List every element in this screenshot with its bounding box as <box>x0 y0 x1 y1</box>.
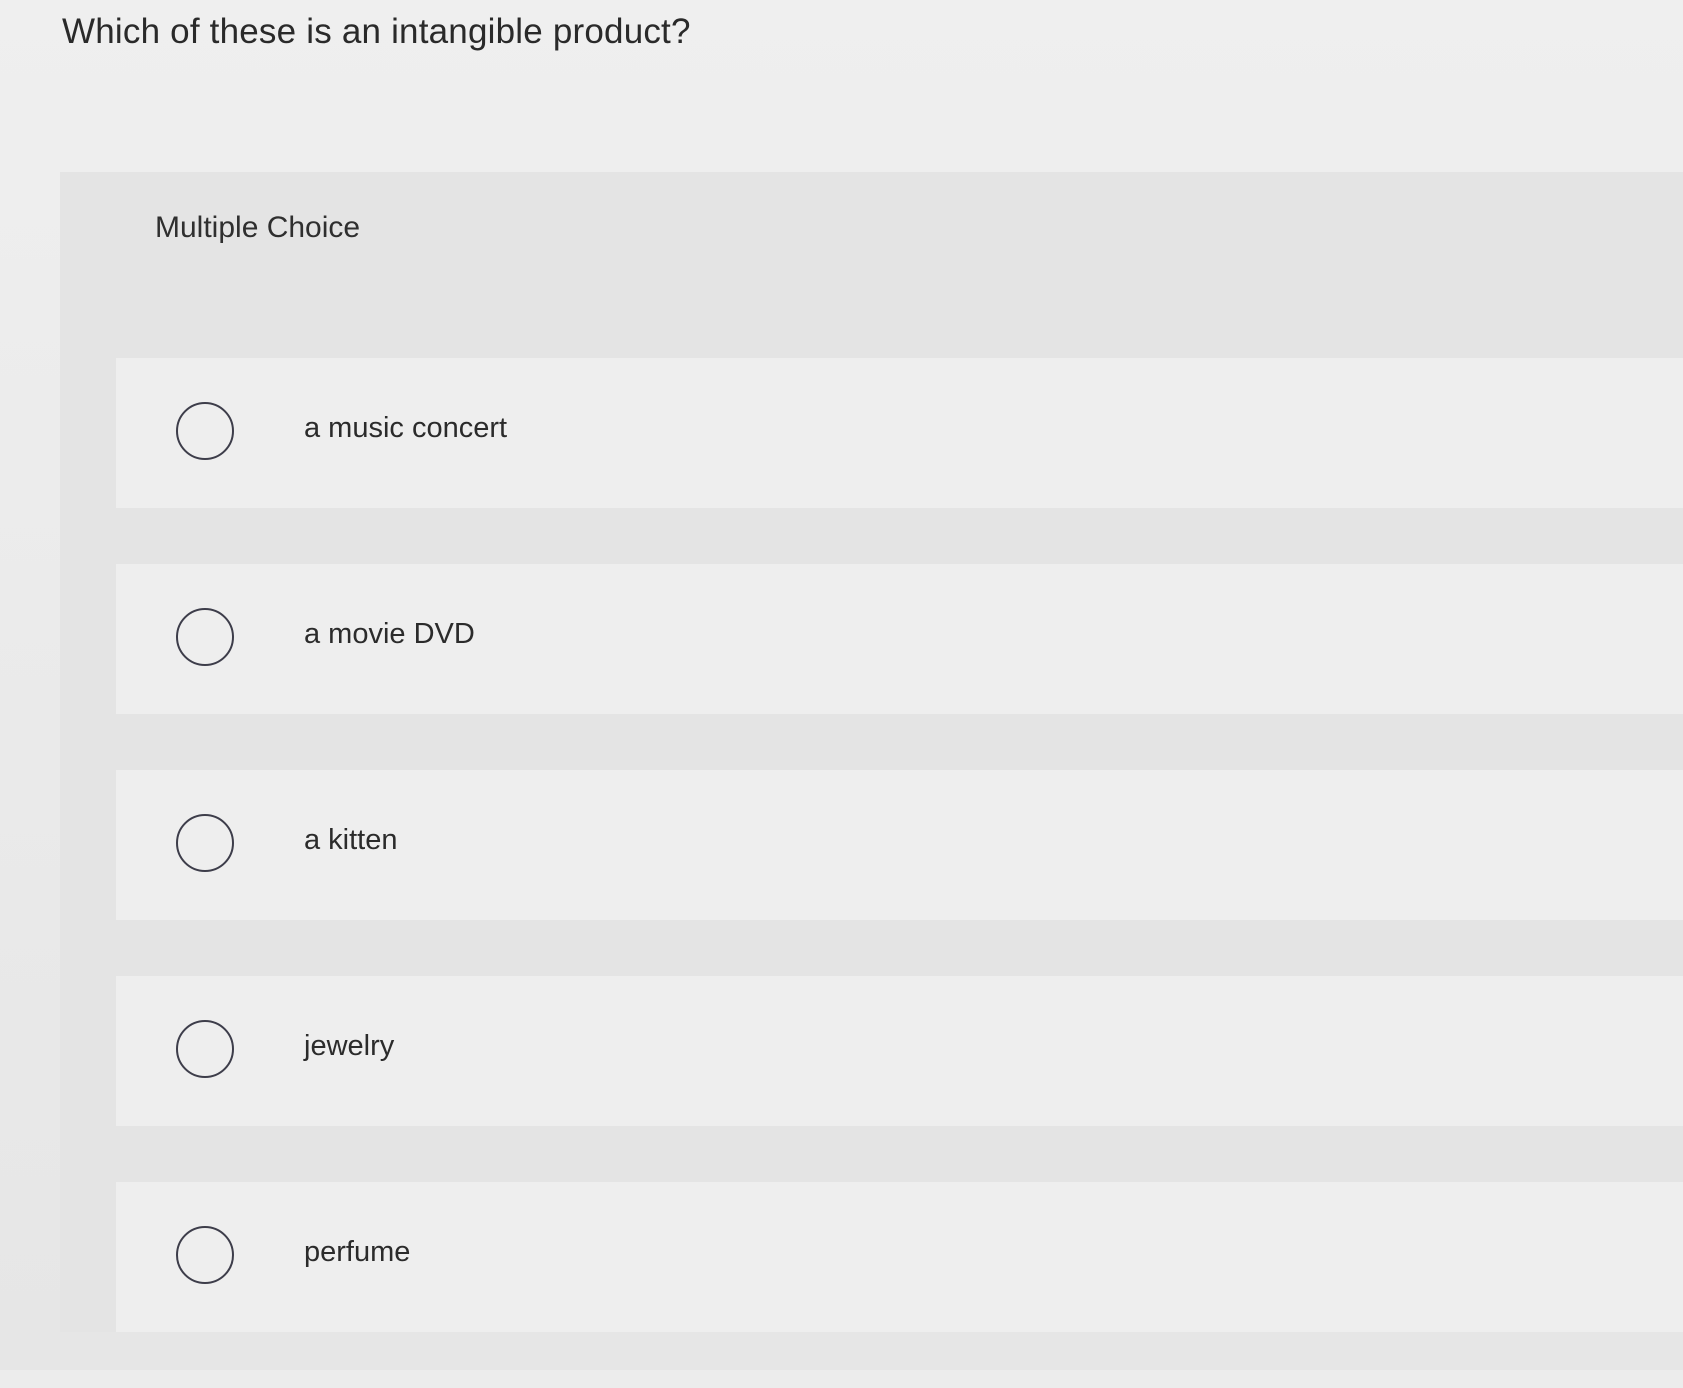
answer-option-label: jewelry <box>304 1030 395 1062</box>
radio-circle-empty-icon[interactable] <box>176 608 234 666</box>
answer-option-jewelry[interactable]: jewelry <box>116 976 1683 1126</box>
answer-option-music-concert[interactable]: a music concert <box>116 358 1683 508</box>
radio-circle-empty-icon[interactable] <box>176 402 234 460</box>
answer-option-label: a kitten <box>304 824 398 856</box>
answer-option-label: a movie DVD <box>304 618 475 650</box>
radio-circle-empty-icon[interactable] <box>176 814 234 872</box>
radio-circle-empty-icon[interactable] <box>176 1020 234 1078</box>
answer-option-label: a music concert <box>304 412 508 444</box>
multiple-choice-panel: Multiple Choice a music concert a movie … <box>60 172 1683 1332</box>
answer-options-list: a music concert a movie DVD a kitten jew… <box>116 358 1683 1388</box>
answer-option-kitten[interactable]: a kitten <box>116 770 1683 920</box>
answer-option-perfume[interactable]: perfume <box>116 1182 1683 1332</box>
answer-option-label: perfume <box>304 1236 411 1268</box>
question-text: Which of these is an intangible product? <box>62 12 691 51</box>
multiple-choice-label: Multiple Choice <box>155 211 361 244</box>
quiz-page: Which of these is an intangible product?… <box>0 0 1683 1370</box>
answer-option-movie-dvd[interactable]: a movie DVD <box>116 564 1683 714</box>
radio-circle-empty-icon[interactable] <box>176 1226 234 1284</box>
